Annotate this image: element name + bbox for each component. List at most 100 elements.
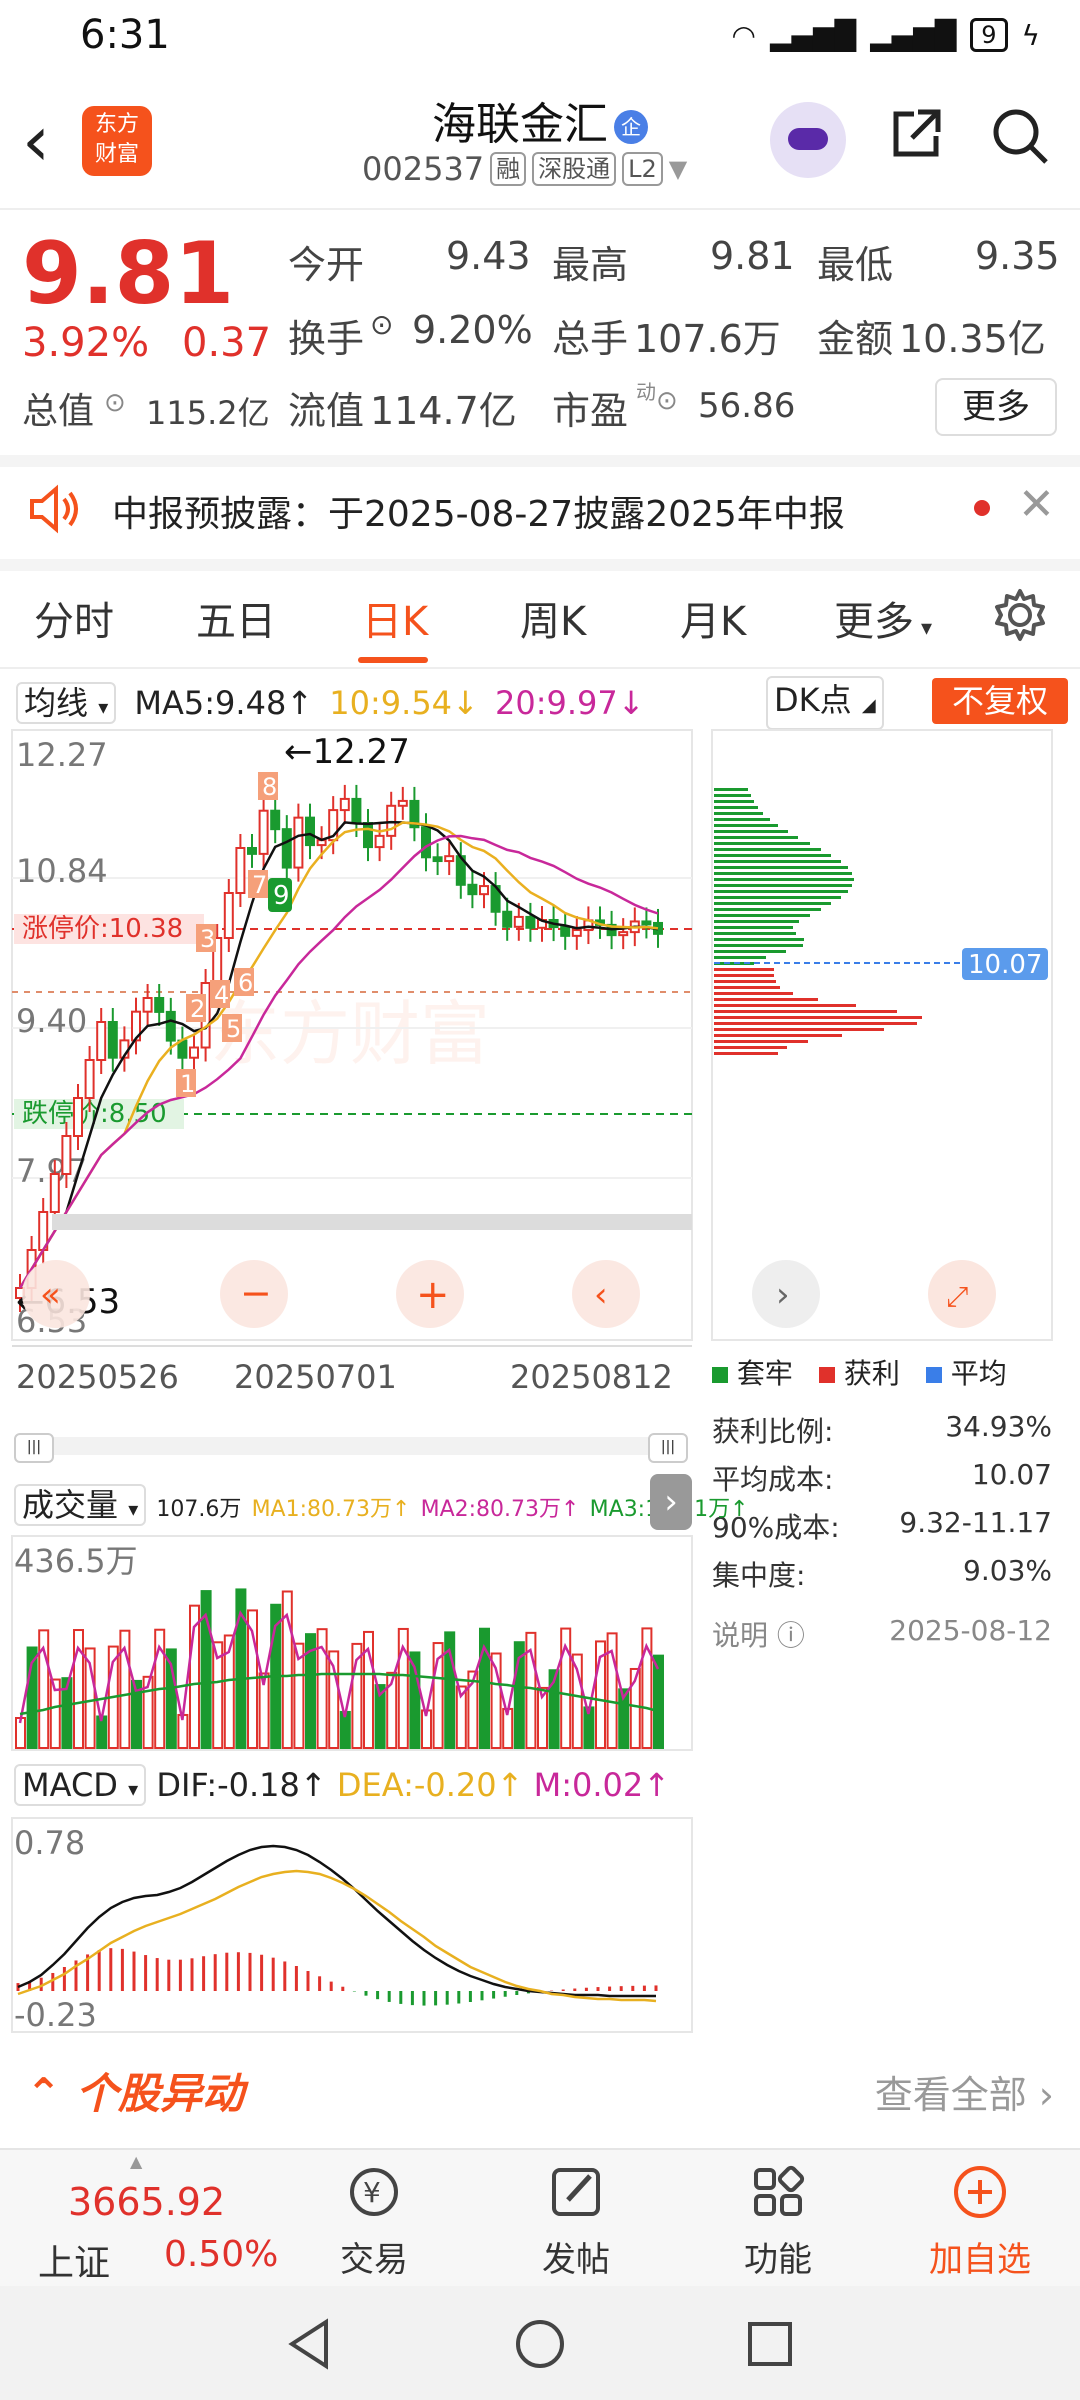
stock-code: 002537 — [362, 150, 485, 188]
chip-note-row[interactable]: 说明 ⓘ 2025-08-12 — [712, 1614, 1052, 1662]
candle-body — [293, 816, 304, 869]
nav-back-icon[interactable] — [282, 2316, 338, 2372]
caret-down-icon: ▾ — [914, 616, 933, 641]
scroller-right-handle[interactable]: ||| — [648, 1433, 688, 1463]
close-icon[interactable]: ✕ — [1018, 479, 1055, 530]
chip-bar — [714, 950, 786, 953]
candle-body — [107, 1021, 118, 1059]
tab-more[interactable]: 更多 ▾ — [834, 589, 932, 647]
candle-body — [223, 892, 234, 939]
high-marker: ←12.27 — [284, 732, 410, 772]
search-icon[interactable] — [990, 106, 1050, 166]
chevron-right-icon: › — [776, 1275, 790, 1315]
nav-trade[interactable]: ¥ 交易 — [314, 2162, 434, 2281]
tab-five-day[interactable]: 五日 — [196, 589, 276, 647]
volume-bars — [15, 1588, 664, 1750]
candle-body — [281, 828, 292, 869]
dk-point-button[interactable]: DK点 ◢ — [766, 676, 884, 730]
volume-selector[interactable]: 成交量 ▾ — [14, 1484, 147, 1526]
float-cap-value: 114.7亿 — [370, 389, 517, 433]
volume-ma2: MA2:80.73万 — [420, 1497, 562, 1522]
x-axis-label: 20250701 — [234, 1358, 397, 1396]
high-value: 9.81 — [710, 234, 795, 278]
candle-body — [61, 1135, 72, 1175]
caret-down-icon: ▾ — [128, 1497, 139, 1521]
stock-movement-section[interactable]: ⌃ 个股异动 查看全部 › — [0, 2040, 1080, 2140]
legend-swatch — [818, 1367, 835, 1383]
note-date: 2025-08-12 — [889, 1614, 1052, 1647]
status-bar: 6:31 ◠ ▂▄▆█ ▂▄▆█ 9 ϟ — [0, 0, 1080, 80]
info-icon[interactable]: ⊙ — [370, 308, 393, 341]
stat-value: 9.32-11.17 — [899, 1506, 1052, 1539]
chip-distribution-chart[interactable]: 10.07 › ⤢ — [710, 728, 1080, 1348]
tab-monthly-k[interactable]: 月K — [680, 589, 746, 647]
macd-m: M:0.02 — [533, 1766, 644, 1804]
chip-bar — [714, 902, 831, 905]
nav-add-watchlist[interactable]: 加自选 — [920, 2162, 1040, 2281]
trade-icon: ¥ — [350, 2168, 398, 2216]
nav-home-icon[interactable] — [512, 2316, 568, 2372]
y-axis-label: 10.84 — [16, 852, 108, 890]
info-icon[interactable]: ⊙ — [656, 386, 678, 416]
volume-value: 107.6万 — [634, 317, 781, 361]
legend-label: 套牢 — [736, 1357, 793, 1390]
nav-functions[interactable]: 功能 — [718, 2162, 838, 2281]
caret-down-icon: ▾ — [98, 695, 109, 719]
chip-bar — [714, 920, 799, 923]
kline-chart[interactable]: 东方财富 涨停价:10.38 跌停价:8.50 12.27 10.84 9.40… — [0, 728, 700, 1428]
signal-label: 8 — [262, 773, 277, 801]
legend-swatch — [925, 1367, 942, 1383]
chip-bar — [714, 866, 848, 869]
ma-selector-label: 均线 — [24, 684, 89, 722]
info-icon[interactable]: ⊙ — [104, 388, 126, 418]
stock-code-row[interactable]: 002537 融 深股通 L2 ▼ — [362, 150, 687, 188]
grid-icon — [754, 2165, 805, 2216]
chip-bar — [714, 794, 751, 797]
index-ticker[interactable]: ▲ 3665.92 上证 0.50% — [0, 2150, 278, 2288]
notice-bar[interactable]: 中报预披露：于2025-08-27披露2025年中报 ✕ — [0, 455, 1080, 571]
settings-gear-icon[interactable] — [990, 585, 1050, 645]
signal-label: 6 — [238, 969, 253, 997]
macd-selector-label: MACD — [22, 1766, 118, 1804]
nav-recents-icon[interactable] — [742, 2316, 798, 2372]
ma-selector[interactable]: 均线 ▾ — [16, 682, 117, 724]
tab-daily-k[interactable]: 日K — [362, 589, 428, 647]
chip-bar — [714, 788, 748, 791]
chip-stat-row: 90%成本: 9.32-11.17 — [712, 1506, 1052, 1554]
assistant-avatar[interactable] — [770, 102, 846, 178]
scroller-left-handle[interactable]: ||| — [14, 1433, 54, 1463]
battery-icon: 9 — [970, 18, 1008, 52]
volume-indicator-row: 成交量 ▾ 107.6万 MA1:80.73万↑ MA2:80.73万↑ MA3… — [14, 1480, 749, 1526]
adjust-mode-button[interactable]: 不复权 — [932, 678, 1068, 724]
tab-weekly-k[interactable]: 周K — [520, 589, 586, 647]
connect-tag: 深股通 — [532, 152, 617, 186]
view-all-link[interactable]: 查看全部 › — [875, 2064, 1054, 2119]
macd-selector[interactable]: MACD ▾ — [14, 1764, 147, 1806]
note: 说明 ⓘ — [712, 1614, 805, 1662]
add-circle-icon — [954, 2166, 1006, 2218]
candle-body — [305, 816, 315, 847]
movement-title: ⌃ 个股异动 — [26, 2060, 244, 2121]
tab-intraday[interactable]: 分时 — [34, 589, 114, 647]
plus-icon: + — [416, 1272, 450, 1318]
down-arrow-icon: ↓ — [617, 684, 645, 722]
up-arrow-icon: ↑ — [299, 1766, 327, 1804]
more-button[interactable]: 更多 — [935, 378, 1057, 436]
nav-post[interactable]: 发帖 — [516, 2162, 636, 2281]
nav-label: 发帖 — [542, 2240, 610, 2280]
candle-body — [421, 826, 431, 859]
candle-body — [154, 997, 165, 1013]
stat-label: 获利比例: — [712, 1415, 834, 1448]
macd-chart[interactable]: 0.78 -0.23 — [0, 1816, 700, 2036]
chevron-left-icon: ‹ — [594, 1275, 608, 1315]
range-scroller[interactable]: ||| ||| — [14, 1433, 688, 1463]
chip-bar — [714, 1010, 897, 1013]
notice-text: 中报预披露：于2025-08-27披露2025年中报 — [112, 494, 845, 535]
legend-label: 平均 — [950, 1357, 1007, 1390]
candle-body — [165, 1010, 176, 1042]
indicator-next-button[interactable]: › — [650, 1474, 692, 1530]
share-icon[interactable] — [888, 106, 944, 162]
low-label: 最低 — [817, 243, 894, 287]
candle-body — [339, 797, 350, 812]
volume-chart[interactable]: 436.5万 — [0, 1534, 700, 1756]
